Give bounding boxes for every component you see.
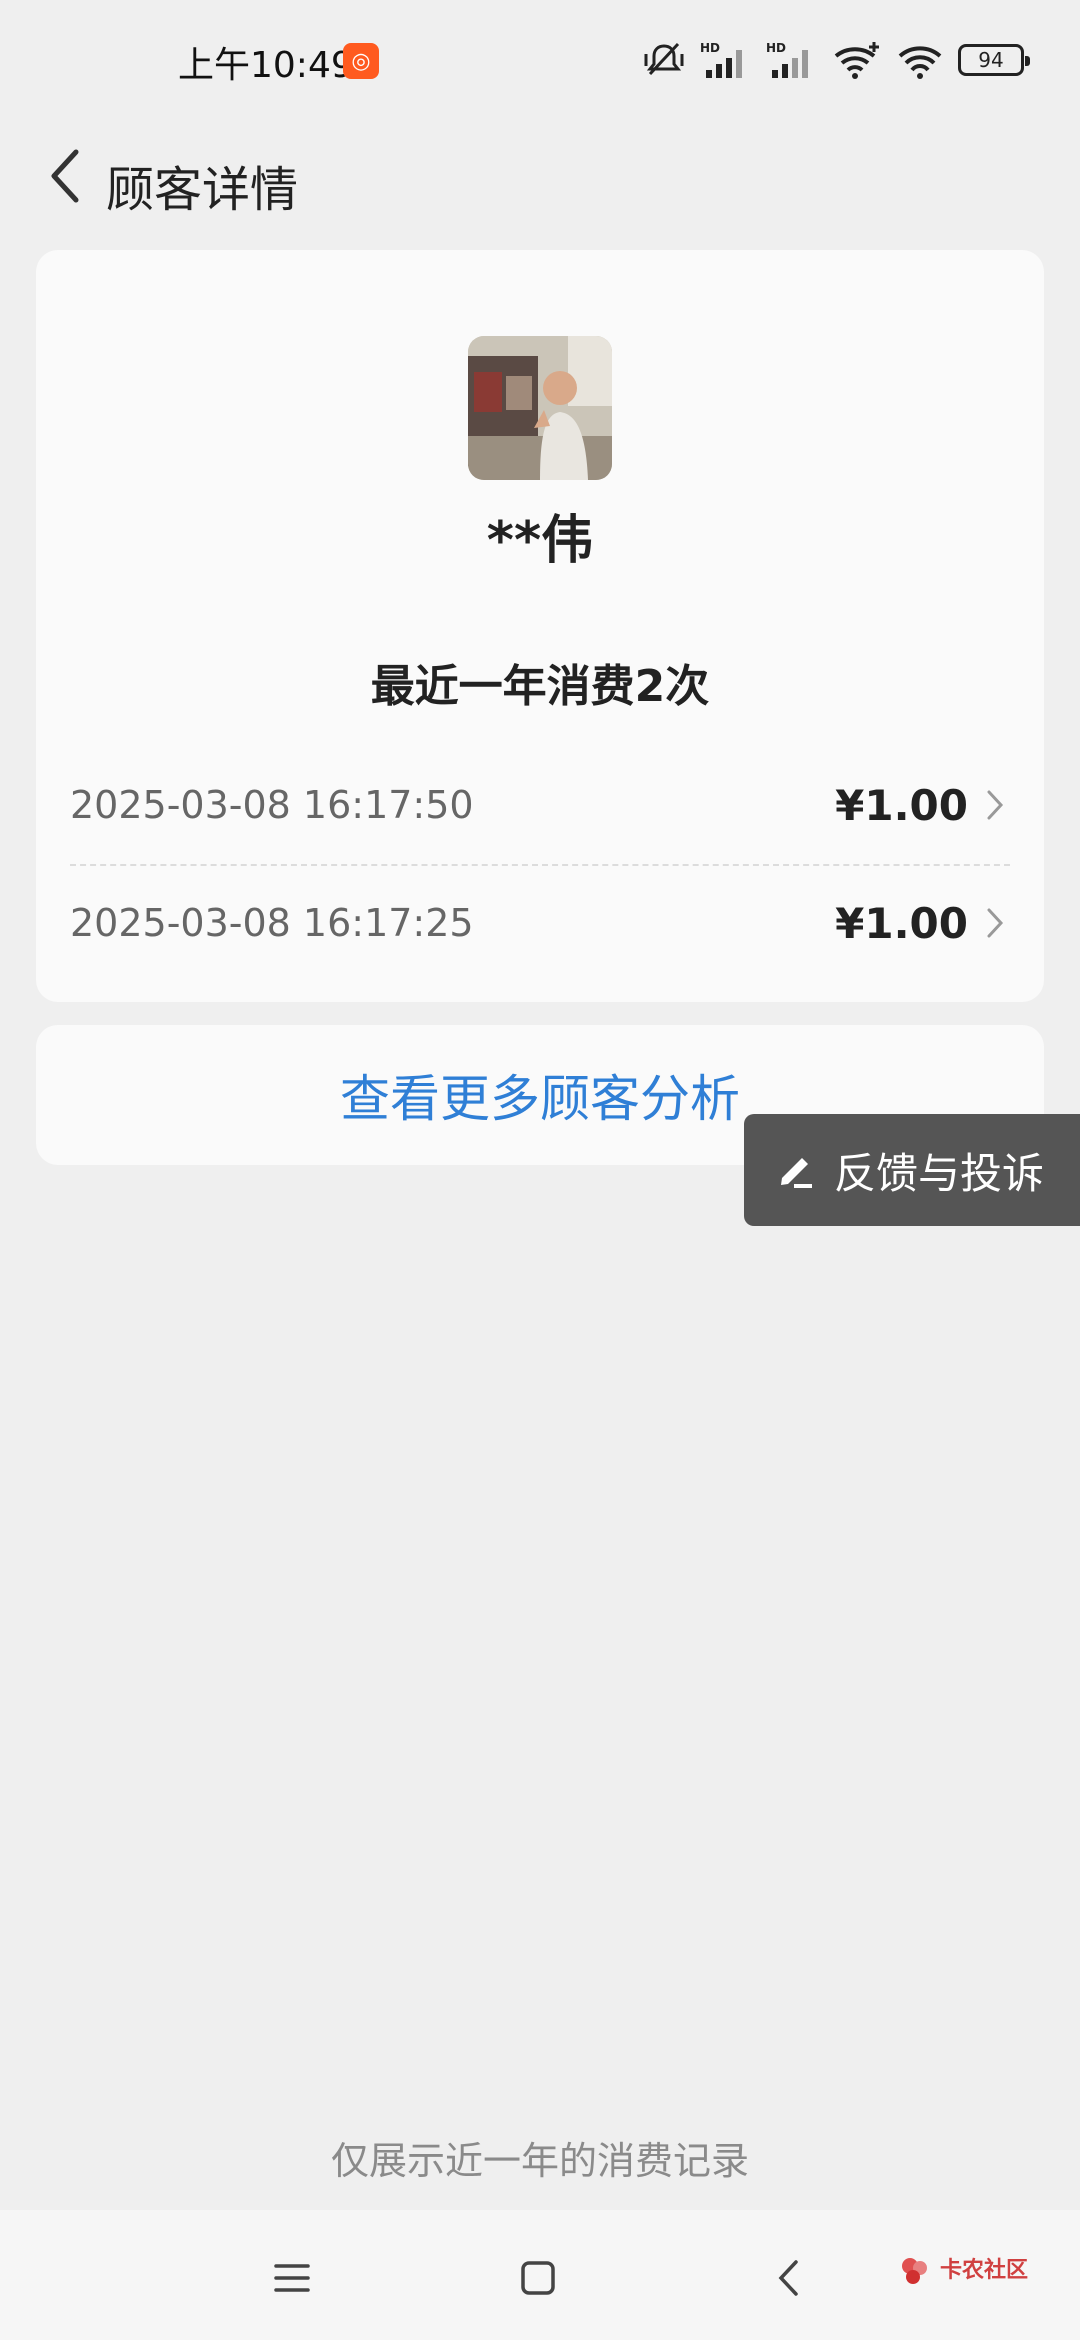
purchase-record-row[interactable]: 2025-03-08 16:17:25 ¥1.00 <box>70 864 1010 982</box>
avatar[interactable] <box>468 336 612 480</box>
svg-text:HD: HD <box>766 41 786 55</box>
nav-menu-button[interactable] <box>260 2246 324 2310</box>
home-square-icon <box>521 2261 555 2295</box>
nav-back-button[interactable] <box>756 2246 820 2310</box>
status-time: 上午10:49 <box>178 45 354 86</box>
customer-card: **伟 最近一年消费2次 2025-03-08 16:17:50 ¥1.00 2… <box>36 250 1044 1002</box>
status-bar: 上午10:49 ◎ HD HD 94 <box>0 0 1080 120</box>
mute-vibrate-icon <box>642 40 686 80</box>
record-datetime: 2025-03-08 16:17:50 <box>70 783 474 827</box>
svg-text:HD: HD <box>700 41 720 55</box>
status-icons: HD HD 94 <box>642 40 1030 80</box>
watermark-logo-icon <box>901 2258 927 2284</box>
purchase-record-row[interactable]: 2025-03-08 16:17:50 ¥1.00 <box>70 746 1010 864</box>
system-nav-bar: 卡农社区 <box>0 2210 1080 2340</box>
menu-icon <box>274 2264 310 2292</box>
watermark: 卡农社区 <box>898 2254 1028 2288</box>
page-header: 顾客详情 <box>0 120 1080 250</box>
chevron-right-icon <box>980 903 1010 943</box>
watermark-text: 卡农社区 <box>939 2257 1028 2283</box>
signal-hd-icon-1: HD <box>700 40 752 80</box>
feedback-label: 反馈与投诉 <box>834 1148 1045 1198</box>
chevron-right-icon <box>980 785 1010 825</box>
footnote-text: 仅展示近一年的消费记录 <box>330 2139 749 2183</box>
signal-hd-icon-2: HD <box>766 40 818 80</box>
customer-name: **伟 <box>486 511 594 571</box>
record-datetime: 2025-03-08 16:17:25 <box>70 901 474 945</box>
back-button[interactable] <box>24 126 104 226</box>
record-amount: ¥1.00 <box>835 780 968 830</box>
page-title: 顾客详情 <box>106 162 299 218</box>
more-analysis-link[interactable]: 查看更多顾客分析 <box>340 1059 740 1131</box>
feedback-button[interactable]: 反馈与投诉 <box>744 1114 1080 1226</box>
wifi-icon <box>896 40 944 80</box>
edit-pen-icon <box>781 1158 812 1188</box>
nav-home-button[interactable] <box>506 2246 570 2310</box>
battery-icon: 94 <box>958 44 1030 76</box>
chevron-left-icon <box>51 149 79 203</box>
back-arrow-icon <box>778 2260 798 2296</box>
record-amount: ¥1.00 <box>835 898 968 948</box>
purchase-summary: 最近一年消费2次 <box>370 661 710 712</box>
wifi-plus-icon <box>832 40 882 80</box>
app-notification-icon: ◎ <box>343 43 379 79</box>
